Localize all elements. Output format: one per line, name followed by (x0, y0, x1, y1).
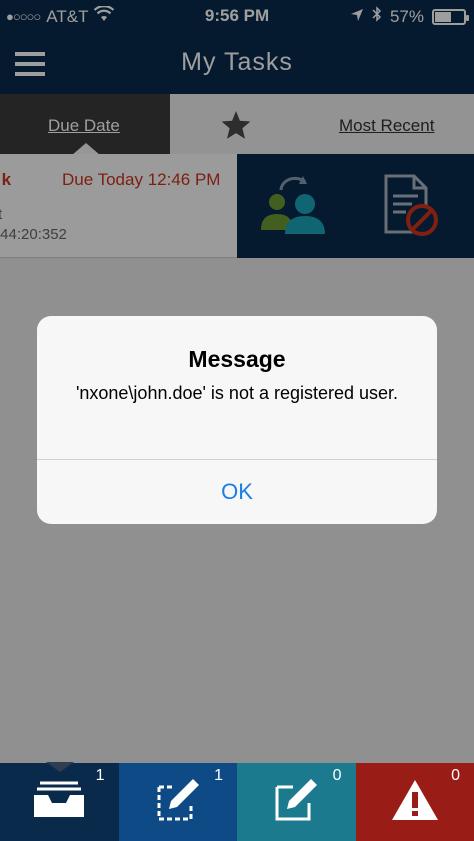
edit-square-icon (275, 779, 318, 821)
tab-edit-count: 0 (332, 767, 342, 784)
tab-edit[interactable]: 0 (237, 763, 356, 841)
ok-button[interactable]: OK (37, 460, 437, 524)
pencil-frame-icon (157, 779, 199, 821)
alert-title: Message (188, 346, 286, 372)
tab-inbox[interactable]: 1 (0, 762, 119, 841)
tab-alerts-count: 0 (451, 767, 460, 784)
bottom-tab-bar: 1 1 0 0 (0, 762, 474, 841)
warning-icon (391, 780, 438, 820)
tab-inbox-count: 1 (95, 767, 105, 784)
tab-drafts-count: 1 (214, 767, 223, 784)
inbox-tray-icon (34, 781, 85, 817)
tab-drafts[interactable]: 1 (118, 763, 237, 841)
alert-dialog: Message 'nxone\john.doe' is not a regist… (37, 316, 437, 524)
tab-alerts[interactable]: 0 (355, 763, 474, 841)
alert-message: 'nxone\john.doe' is not a registered use… (75, 383, 399, 403)
